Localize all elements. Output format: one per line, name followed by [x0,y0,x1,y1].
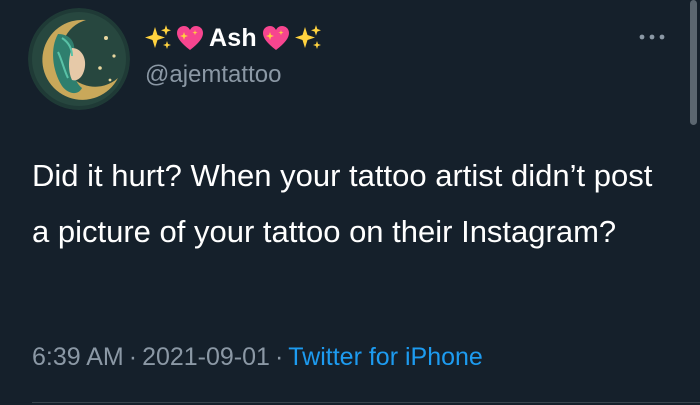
sparkles-icon [143,23,173,53]
tweet-source-link[interactable]: Twitter for iPhone [288,343,483,371]
tweet-text: Did it hurt? When your tattoo artist did… [32,158,653,249]
sparkling-heart-icon [175,23,205,53]
more-options-icon[interactable] [634,28,670,46]
avatar[interactable] [28,8,130,110]
tweet-meta: 6:39 AM · 2021-09-01 · Twitter for iPhone [32,343,483,372]
avatar-illustration [28,8,130,110]
meta-separator: · [274,343,284,371]
scrollbar-thumb[interactable] [690,0,697,125]
sparkling-heart-icon [261,23,291,53]
divider [32,402,700,403]
tweet-date[interactable]: 2021-09-01 [142,343,270,371]
author-name-row[interactable]: Ash [143,20,323,56]
author-display-name[interactable]: Ash [209,24,257,53]
author-handle[interactable]: @ajemtattoo [145,61,281,89]
tweet-card: Ash @ajemtattoo Did it hurt? When your t… [0,0,700,405]
sparkles-icon [293,23,323,53]
tweet-time[interactable]: 6:39 AM [32,343,124,371]
meta-separator: · [128,343,138,371]
